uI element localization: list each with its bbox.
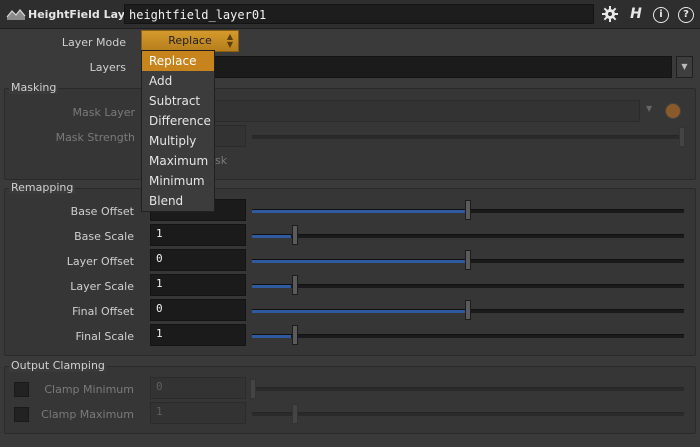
final-scale-label: Final Scale <box>75 330 134 343</box>
layer-scale-input[interactable]: 1 <box>150 274 246 296</box>
layer-mode-option-maximum[interactable]: Maximum <box>142 151 214 171</box>
base-offset-slider-handle[interactable] <box>465 200 471 220</box>
help-icon[interactable]: ? <box>678 7 694 23</box>
parameter-header: HeightField Layer heightfield_layer01 H … <box>0 0 700 29</box>
clamp-maximum-slider-track <box>252 412 684 416</box>
layer-mode-label: Layer Mode <box>61 36 126 49</box>
layer-offset-label: Layer Offset <box>66 255 134 268</box>
final-offset-slider-fill <box>252 310 468 313</box>
base-scale-slider-track[interactable] <box>252 234 684 238</box>
gear-icon[interactable] <box>600 4 620 24</box>
layer-scale-slider-track[interactable] <box>252 284 684 288</box>
layer-offset-input[interactable]: 0 <box>150 249 246 271</box>
layer-offset-slider-fill <box>252 260 468 263</box>
node-name-field[interactable]: heightfield_layer01 <box>124 4 594 24</box>
base-offset-label: Base Offset <box>70 205 134 218</box>
layers-menu-button[interactable]: ▼ <box>676 56 693 78</box>
clamp-maximum-input: 1 <box>150 402 246 424</box>
base-offset-slider-fill <box>252 210 468 213</box>
base-scale-slider-handle[interactable] <box>292 225 298 245</box>
final-offset-label: Final Offset <box>72 305 134 318</box>
clamp-minimum-label: Clamp Minimum <box>44 383 134 396</box>
layer-scale-label: Layer Scale <box>70 280 134 293</box>
node-type-label: HeightField Layer <box>28 8 138 21</box>
layer-mode-value: Replace <box>168 34 212 47</box>
node-chooser-icon[interactable] <box>665 103 681 119</box>
final-offset-input[interactable]: 0 <box>150 299 246 321</box>
heightfield-node-icon <box>6 9 26 20</box>
base-scale-label: Base Scale <box>74 230 134 243</box>
clamp-minimum-slider-handle <box>250 379 256 399</box>
mask-strength-label: Mask Strength <box>55 131 135 144</box>
remapping-group-title: Remapping <box>9 181 76 194</box>
layer-mode-option-multiply[interactable]: Multiply <box>142 131 214 151</box>
clamp-minimum-checkbox[interactable] <box>14 382 29 397</box>
mask-layer-menu-icon: ▼ <box>646 104 653 113</box>
layer-mode-dropdown-menu: Replace Add Subtract Difference Multiply Maxi… <box>141 50 215 212</box>
layers-label: Layers <box>89 61 126 74</box>
final-scale-slider-track[interactable] <box>252 334 684 338</box>
output-clamping-group-title: Output Clamping <box>9 359 107 372</box>
final-offset-slider-handle[interactable] <box>465 300 471 320</box>
final-scale-input[interactable]: 1 <box>150 324 246 346</box>
clamp-maximum-label: Clamp Maximum <box>41 408 134 421</box>
layer-mode-option-blend[interactable]: Blend <box>142 191 214 211</box>
layer-scale-slider-handle[interactable] <box>292 275 298 295</box>
base-scale-input[interactable]: 1 <box>150 224 246 246</box>
final-scale-slider-handle[interactable] <box>292 325 298 345</box>
clamp-maximum-slider-handle <box>292 404 298 424</box>
final-scale-slider-fill <box>252 335 291 338</box>
layer-mode-option-subtract[interactable]: Subtract <box>142 91 214 111</box>
info-icon[interactable]: i <box>653 7 669 23</box>
layer-mode-option-add[interactable]: Add <box>142 71 214 91</box>
output-clamping-group <box>4 366 696 434</box>
layer-scale-slider-fill <box>252 285 291 288</box>
mask-strength-slider-track <box>252 135 684 139</box>
layer-mode-select[interactable]: Replace ▲ ▼ <box>141 30 239 52</box>
masking-group-title: Masking <box>9 81 59 94</box>
clamp-minimum-slider-track <box>252 387 684 391</box>
layer-offset-slider-handle[interactable] <box>465 250 471 270</box>
clamp-maximum-checkbox[interactable] <box>14 407 29 422</box>
mask-strength-slider-handle <box>679 127 685 147</box>
clamp-minimum-input: 0 <box>150 377 246 399</box>
mask-layer-label: Mask Layer <box>72 106 136 119</box>
houdini-asset-icon[interactable]: H <box>626 4 646 24</box>
layer-mode-option-replace[interactable]: Replace <box>142 51 214 71</box>
mask-layer-input <box>150 100 640 122</box>
layers-input[interactable] <box>150 56 672 78</box>
base-scale-slider-fill <box>252 235 291 238</box>
updown-arrow-icon: ▲ ▼ <box>226 32 233 49</box>
layer-mode-option-difference[interactable]: Difference <box>142 111 214 131</box>
layer-mode-option-minimum[interactable]: Minimum <box>142 171 214 191</box>
invert-mask-label: sk <box>215 154 228 167</box>
